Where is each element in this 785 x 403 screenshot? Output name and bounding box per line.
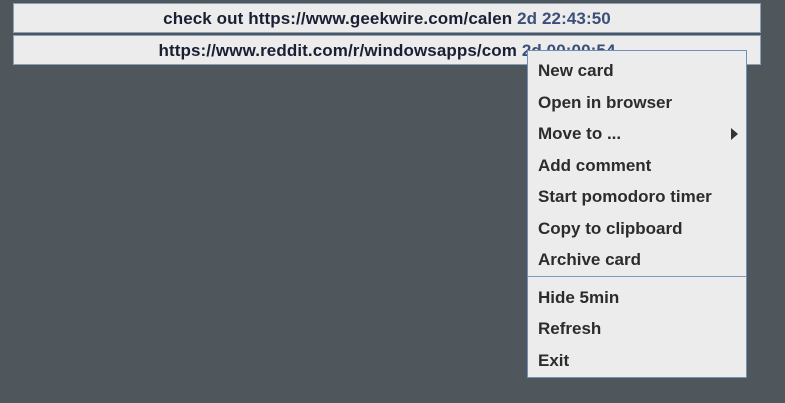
menu-item-label: New card: [538, 61, 614, 80]
menu-item-hide-5min[interactable]: Hide 5min: [538, 283, 746, 313]
card-text: check out https://www.geekwire.com/calen: [163, 9, 513, 28]
triangle-right-icon: [731, 128, 738, 140]
menu-item-open-in-browser[interactable]: Open in browser: [538, 88, 746, 118]
menu-item-label: Refresh: [538, 319, 602, 338]
menu-item-add-comment[interactable]: Add comment: [538, 151, 746, 181]
card-timer: 2d 22:43:50: [517, 9, 611, 28]
menu-item-archive-card[interactable]: Archive card: [538, 245, 746, 275]
menu-item-new-card[interactable]: New card: [538, 56, 746, 86]
menu-item-label: Add comment: [538, 156, 652, 175]
menu-item-label: Start pomodoro timer: [538, 187, 712, 206]
menu-item-label: Move to ...: [538, 124, 622, 143]
card-item[interactable]: check out https://www.geekwire.com/calen…: [13, 3, 761, 33]
menu-separator: [528, 276, 746, 277]
menu-item-label: Exit: [538, 351, 570, 370]
menu-item-move-to[interactable]: Move to ...: [538, 119, 746, 149]
menu-item-refresh[interactable]: Refresh: [538, 314, 746, 344]
menu-item-exit[interactable]: Exit: [538, 346, 746, 376]
menu-item-label: Copy to clipboard: [538, 219, 683, 238]
card-text: https://www.reddit.com/r/windowsapps/com: [158, 41, 517, 60]
menu-item-label: Archive card: [538, 250, 641, 269]
menu-item-label: Open in browser: [538, 93, 673, 112]
context-menu: New card Open in browser Move to ... Add…: [527, 50, 747, 378]
menu-item-start-pomodoro-timer[interactable]: Start pomodoro timer: [538, 182, 746, 212]
menu-item-copy-to-clipboard[interactable]: Copy to clipboard: [538, 214, 746, 244]
menu-item-label: Hide 5min: [538, 288, 620, 307]
